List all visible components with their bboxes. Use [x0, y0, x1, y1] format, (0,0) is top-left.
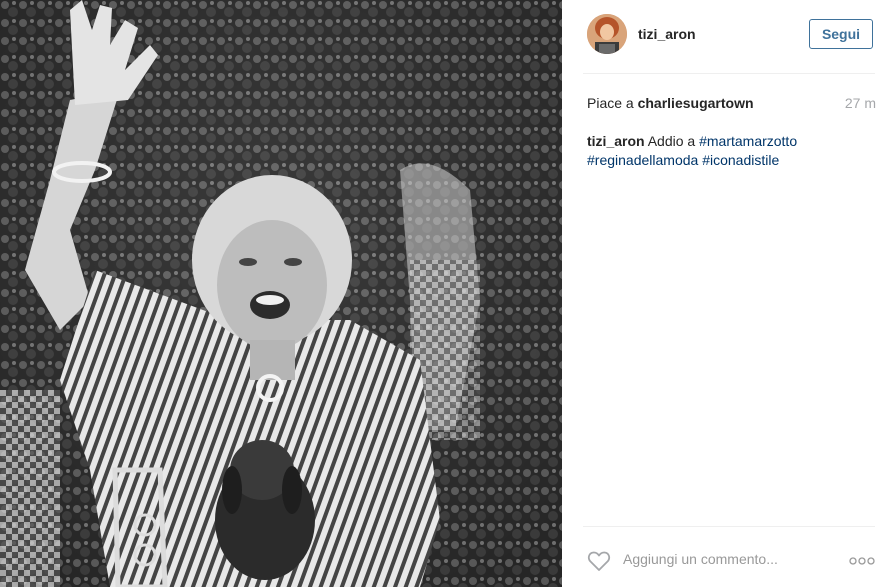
- divider: [583, 73, 875, 74]
- avatar-image: [587, 14, 627, 54]
- hashtag-link[interactable]: #iconadistile: [702, 152, 779, 168]
- follow-button[interactable]: Segui: [809, 19, 873, 49]
- hashtag-link[interactable]: #reginadellamoda: [587, 152, 698, 168]
- avatar[interactable]: [587, 14, 627, 54]
- post-sidebar: tizi_aron Segui Piace a charliesugartown…: [563, 0, 876, 587]
- post-timestamp[interactable]: 27 m: [845, 95, 876, 111]
- hashtag-link[interactable]: #martamarzotto: [699, 133, 797, 149]
- post-header: tizi_aron Segui: [587, 14, 875, 56]
- caption-username-link[interactable]: tizi_aron: [587, 133, 645, 149]
- photo-illustration: [0, 0, 562, 587]
- caption-text: Addio a: [647, 133, 696, 149]
- likes-line: Piace a charliesugartown: [587, 95, 754, 111]
- username-link[interactable]: tizi_aron: [638, 26, 696, 42]
- heart-icon[interactable]: [587, 550, 611, 572]
- more-options-icon[interactable]: [849, 557, 875, 565]
- post-footer: Aggiungi un commento...: [587, 548, 875, 576]
- divider: [583, 526, 875, 527]
- post-caption: tizi_aron Addio a #martamarzotto #regina…: [587, 132, 847, 170]
- likes-prefix: Piace a: [587, 95, 634, 111]
- post-photo[interactable]: [0, 0, 562, 587]
- comment-input[interactable]: Aggiungi un commento...: [623, 551, 778, 567]
- liker-username-link[interactable]: charliesugartown: [638, 95, 754, 111]
